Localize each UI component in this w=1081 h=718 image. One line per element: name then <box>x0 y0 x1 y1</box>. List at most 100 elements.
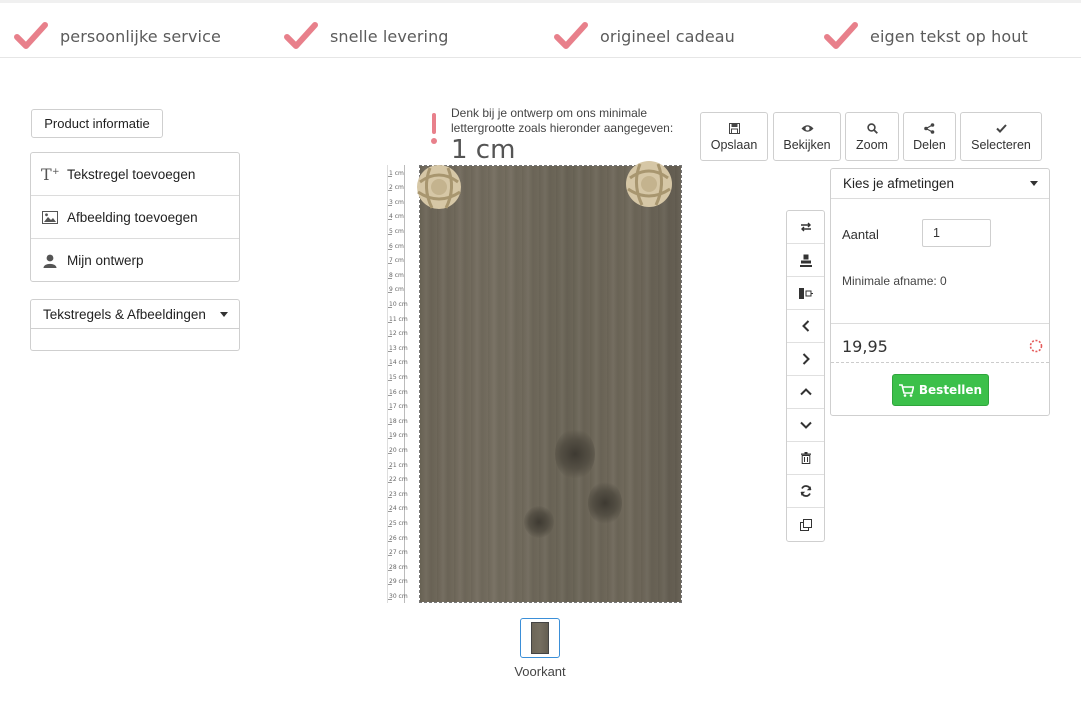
rotate-button[interactable] <box>787 475 824 508</box>
eye-icon <box>801 121 814 135</box>
caret-down-icon <box>220 312 228 317</box>
font-size-hint: Denk bij je ontwerp om ons minimale lett… <box>451 106 691 136</box>
ruler-tick-label: 6 cm <box>389 242 404 250</box>
ruler-tick: 19 cm <box>388 432 408 440</box>
size-dropdown[interactable]: Kies je afmetingen <box>831 169 1049 199</box>
delete-button[interactable] <box>787 442 824 475</box>
ruler-tick-label: 11 cm <box>389 315 408 323</box>
ruler-tick: 11 cm <box>388 316 408 323</box>
layers-dropdown[interactable]: Tekstregels & Afbeeldingen <box>30 299 240 329</box>
ruler-tick-label: 2 cm <box>389 184 404 192</box>
move-right-button[interactable] <box>787 343 824 376</box>
ruler-tick: 15 cm <box>388 374 408 381</box>
zoom-button[interactable]: Zoom <box>845 112 899 161</box>
ruler-tick: 30 cm <box>388 593 408 600</box>
thumbnail-image <box>531 622 549 654</box>
ruler-tick: 1 cm <box>388 170 406 177</box>
save-button[interactable]: Opslaan <box>700 112 768 161</box>
ruler-tick: 26 cm <box>388 535 408 542</box>
quantity-input[interactable] <box>922 219 991 247</box>
ruler-tick: 23 cm <box>388 491 408 498</box>
svg-text:+: + <box>52 167 59 177</box>
ruler-tick: 5 cm <box>388 228 406 235</box>
move-down-button[interactable] <box>787 409 824 442</box>
check-icon <box>554 22 588 49</box>
ruler-tick-label: 16 cm <box>389 388 408 396</box>
align-center-icon <box>798 287 813 299</box>
move-left-button[interactable] <box>787 310 824 343</box>
side-thumbnail-label: Voorkant <box>514 664 566 679</box>
ruler-tick-label: 22 cm <box>389 476 408 484</box>
add-text-button[interactable]: T + Tekstregel toevoegen <box>31 153 239 196</box>
usp-item: eigen tekst op hout <box>824 21 1028 51</box>
ruler-tick-label: 30 cm <box>389 593 408 600</box>
check-icon <box>824 22 858 49</box>
ruler-tick-label: 4 cm <box>389 213 404 221</box>
ruler-tick: 16 cm <box>388 389 408 396</box>
ruler-tick-label: 10 cm <box>389 301 408 308</box>
product-info-button[interactable]: Product informatie <box>31 109 163 138</box>
hint-line-2: lettergrootte zoals hieronder aangegeven… <box>451 121 674 135</box>
ruler-tick-label: 15 cm <box>389 374 408 381</box>
share-button[interactable]: Delen <box>903 112 956 161</box>
align-bottom-button[interactable] <box>787 244 824 277</box>
swap-icon <box>800 222 811 232</box>
align-center-button[interactable] <box>787 277 824 310</box>
ruler-tick: 21 cm <box>388 462 408 469</box>
ruler-tick: 12 cm <box>388 330 408 338</box>
usp-bar: persoonlijke service snelle levering ori… <box>0 0 1081 58</box>
loading-spinner-icon <box>1029 339 1043 353</box>
ruler-tick: 14 cm <box>388 359 408 367</box>
ruler-tick-label: 17 cm <box>389 403 408 411</box>
svg-text:T: T <box>41 166 52 182</box>
ruler-tick: 10 cm <box>388 301 408 308</box>
ruler-tick: 25 cm <box>388 520 408 527</box>
ruler-tick-label: 21 cm <box>389 461 408 469</box>
wood-knot <box>588 481 622 525</box>
image-icon <box>41 209 59 225</box>
my-design-button[interactable]: Mijn ontwerp <box>31 239 239 282</box>
text-add-icon: T + <box>41 166 59 182</box>
check-icon <box>995 121 1007 135</box>
layers-list <box>30 329 240 351</box>
ruler-tick: 3 cm <box>388 199 406 206</box>
ruler-tick-label: 28 cm <box>389 563 408 571</box>
ruler-tick: 22 cm <box>388 476 408 484</box>
usp-label: persoonlijke service <box>60 26 221 46</box>
ruler-tick-label: 19 cm <box>389 432 408 440</box>
rope-knot-left <box>417 165 461 209</box>
object-tools <box>786 210 825 542</box>
add-image-button[interactable]: Afbeelding toevoegen <box>31 196 239 239</box>
order-button-label: Bestellen <box>918 383 983 397</box>
ruler-tick: 6 cm <box>388 243 406 250</box>
ruler-tick: 27 cm <box>388 549 408 557</box>
order-button[interactable]: Bestellen <box>892 374 989 406</box>
swap-button[interactable] <box>787 211 824 244</box>
ruler-tick-label: 5 cm <box>389 228 404 235</box>
save-icon <box>728 121 740 135</box>
wood-knot <box>555 428 595 480</box>
share-label: Delen <box>913 138 946 152</box>
wood-board <box>420 166 681 602</box>
wood-knot <box>524 506 554 538</box>
move-up-button[interactable] <box>787 376 824 409</box>
design-canvas[interactable] <box>419 165 682 603</box>
select-button[interactable]: Selecteren <box>960 112 1042 161</box>
duplicate-button[interactable] <box>787 508 824 541</box>
user-icon <box>41 253 59 269</box>
chevron-up-icon <box>799 388 812 396</box>
caret-down-icon <box>1030 181 1038 186</box>
usp-item: snelle levering <box>284 21 449 51</box>
ruler-tick: 28 cm <box>388 564 408 571</box>
ruler-tick-label: 9 cm <box>389 286 404 294</box>
usp-label: origineel cadeau <box>600 26 735 46</box>
price: 19,95 <box>842 337 888 356</box>
hint-size: 1 cm <box>451 135 516 165</box>
side-thumbnail-front[interactable] <box>520 618 560 658</box>
view-button[interactable]: Bekijken <box>773 112 841 161</box>
trash-icon <box>800 452 811 464</box>
layers-dropdown-label: Tekstregels & Afbeeldingen <box>43 306 206 322</box>
usp-label: snelle levering <box>330 26 449 46</box>
ruler-tick: 20 cm <box>388 447 408 454</box>
ruler-tick: 8 cm <box>388 272 406 279</box>
